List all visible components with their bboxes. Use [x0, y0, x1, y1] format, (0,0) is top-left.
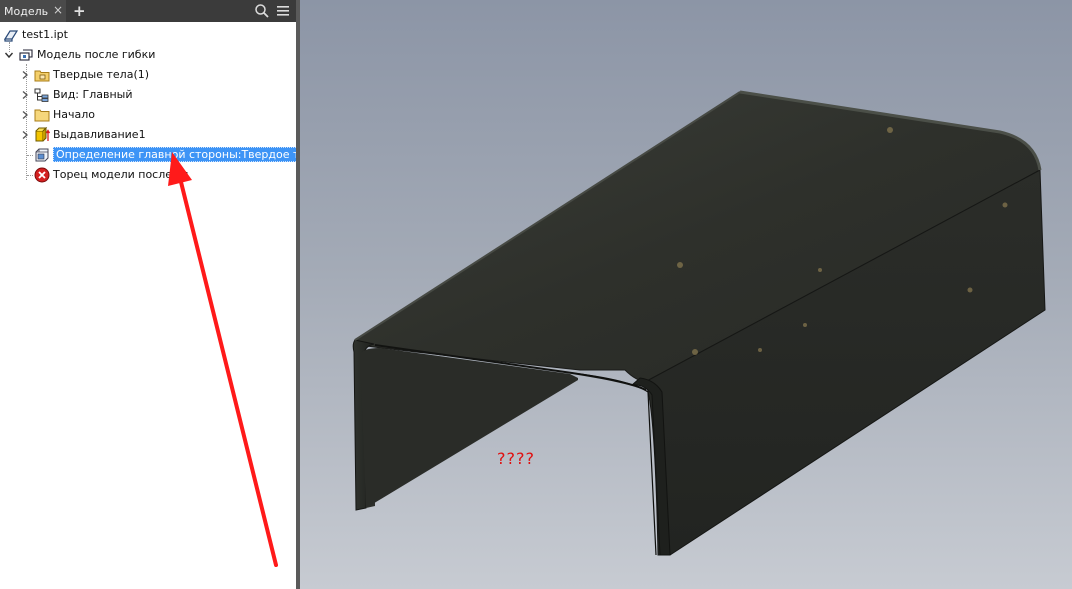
sheet-metal-part-render[interactable]	[300, 0, 1072, 589]
tree-item-label: Твердые тела(1)	[53, 68, 150, 81]
tree-item-label: Вид: Главный	[53, 88, 133, 101]
tree-item-a-side-definition[interactable]: Определение главной стороны:Твердое тело…	[34, 145, 330, 164]
solid-bodies-folder-icon	[34, 70, 50, 81]
expand-chevron-icon[interactable]	[20, 130, 30, 140]
flat-pattern-model-icon	[19, 48, 33, 61]
graphics-viewport[interactable]: ????	[300, 0, 1072, 589]
tree-item-solid-bodies[interactable]: Твердые тела(1)	[20, 65, 149, 84]
collapse-chevron-icon[interactable]	[4, 50, 14, 60]
model-browser-panel: Модель × + test1.ipt Модель после гибки …	[0, 0, 330, 589]
origin-folder-icon	[34, 109, 50, 121]
panel-header: Модель × +	[0, 0, 296, 22]
view-rep-icon	[34, 88, 49, 102]
tab-model-label: Модель	[4, 4, 49, 18]
question-annotation: ????	[497, 449, 535, 468]
tree-root-label: test1.ipt	[22, 28, 68, 41]
extrusion-icon	[35, 126, 50, 141]
tree-item-extrusion[interactable]: Выдавливание1	[20, 125, 146, 144]
tree-item-model[interactable]: Модель после гибки	[4, 45, 155, 64]
tree-item-label: Определение главной стороны:Твердое тело…	[53, 147, 330, 162]
expand-chevron-icon[interactable]	[20, 90, 30, 100]
expand-chevron-icon[interactable]	[20, 70, 30, 80]
expand-chevron-icon[interactable]	[20, 110, 30, 120]
part-file-icon	[3, 29, 19, 42]
tree-model-label: Модель после гибки	[37, 48, 156, 61]
tree-root-part[interactable]: test1.ipt	[3, 25, 68, 44]
tree-item-view[interactable]: Вид: Главный	[20, 85, 133, 104]
search-icon[interactable]	[254, 3, 270, 19]
end-of-part-icon	[34, 167, 50, 182]
tree-item-origin[interactable]: Начало	[20, 105, 95, 124]
add-tab-button[interactable]: +	[73, 2, 86, 20]
tree-item-end-of-part[interactable]: Торец модели после ги	[34, 165, 188, 184]
tab-model[interactable]: Модель ×	[0, 0, 66, 22]
hamburger-menu-icon[interactable]	[276, 4, 290, 18]
a-side-definition-icon	[35, 148, 49, 161]
tree-item-label: Выдавливание1	[53, 128, 146, 141]
tree-item-label: Торец модели после ги	[53, 168, 189, 181]
close-tab-icon[interactable]: ×	[53, 3, 63, 17]
tree-item-label: Начало	[53, 108, 96, 121]
